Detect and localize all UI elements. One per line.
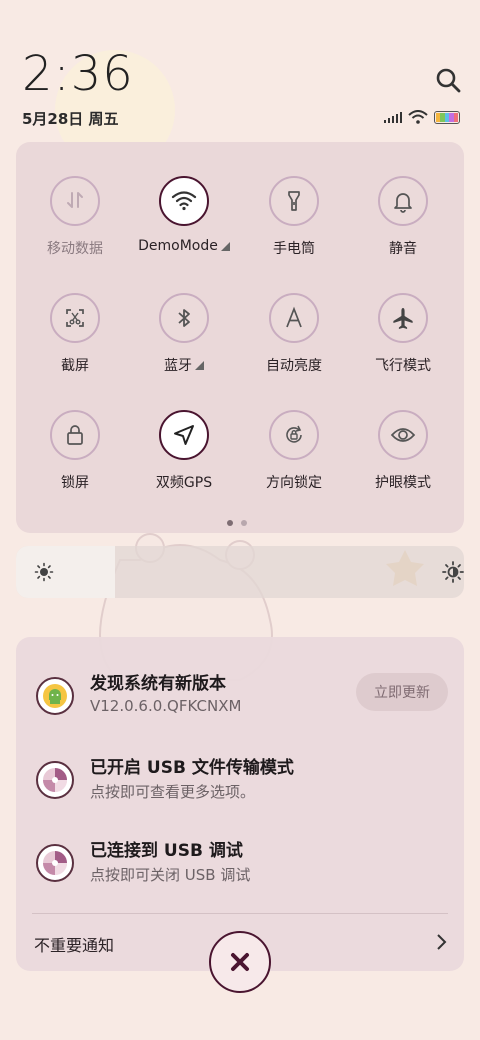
tile-label: 双频GPS <box>156 472 212 492</box>
tile-bell[interactable]: 静音 <box>348 176 458 276</box>
notification-subtitle: V12.0.6.0.QFKCNXM <box>90 697 242 715</box>
tile-auto-brightness[interactable]: 自动亮度 <box>239 293 349 393</box>
notification-title: 已连接到 USB 调试 <box>90 841 243 861</box>
battery-icon <box>434 110 460 124</box>
tile-gps-arrow[interactable]: 双频GPS <box>129 410 239 510</box>
update-now-button[interactable]: 立即更新 <box>356 673 448 711</box>
auto-brightness-icon <box>269 293 319 343</box>
flashlight-icon <box>269 176 319 226</box>
tile-eye[interactable]: 护眼模式 <box>348 410 458 510</box>
bluetooth-icon <box>159 293 209 343</box>
date[interactable]: 5月28日 周五 <box>22 108 119 129</box>
tile-screenshot[interactable]: 截屏 <box>20 293 130 393</box>
clock[interactable]: 2:36 <box>22 46 134 102</box>
notification-panel: 发现系统有新版本 V12.0.6.0.QFKCNXM 立即更新 已开启 USB … <box>16 637 464 971</box>
notification-title: 发现系统有新版本 <box>90 674 226 694</box>
tile-label: 移动数据 <box>47 238 103 258</box>
tile-mobile-data[interactable]: 移动数据 <box>20 176 130 276</box>
close-icon <box>231 953 249 971</box>
tile-label: 截屏 <box>61 355 89 375</box>
page-dot <box>241 520 247 526</box>
tile-label-text: 手电筒 <box>273 241 315 257</box>
tile-label: 护眼模式 <box>375 472 431 492</box>
android-update-icon <box>36 677 74 715</box>
tile-label: 手电筒 <box>273 238 315 258</box>
gps-arrow-icon <box>159 410 209 460</box>
tile-airplane[interactable]: 飞行模式 <box>348 293 458 393</box>
rotation-lock-icon <box>269 410 319 460</box>
brightness-fill <box>16 546 115 598</box>
tile-bluetooth[interactable]: 蓝牙 <box>129 293 239 393</box>
tile-label: 静音 <box>389 238 417 258</box>
wifi-icon <box>408 110 428 124</box>
notification-system-update[interactable]: 发现系统有新版本 V12.0.6.0.QFKCNXM 立即更新 <box>16 665 464 735</box>
clear-all-button[interactable] <box>209 931 271 993</box>
notification-usb-transfer[interactable]: 已开启 USB 文件传输模式 点按即可查看更多选项。 <box>16 749 464 819</box>
expand-arrow-icon <box>195 360 204 370</box>
eye-icon <box>378 410 428 460</box>
signal-icon <box>384 111 402 123</box>
tile-label-text: 方向锁定 <box>266 475 322 491</box>
tile-rotation-lock[interactable]: 方向锁定 <box>239 410 349 510</box>
tile-label-text: 蓝牙 <box>164 358 192 374</box>
tile-label-text: 自动亮度 <box>266 358 322 374</box>
tile-label-text: 移动数据 <box>47 241 103 257</box>
tile-label: 蓝牙 <box>164 355 204 375</box>
tile-label: 飞行模式 <box>375 355 431 375</box>
notification-subtitle: 点按即可关闭 USB 调试 <box>90 866 251 884</box>
bell-icon <box>378 176 428 226</box>
tile-label: 方向锁定 <box>266 472 322 492</box>
screenshot-icon <box>50 293 100 343</box>
brightness-slider[interactable] <box>16 546 464 598</box>
page-dot <box>227 520 233 526</box>
chevron-right-icon[interactable] <box>434 933 448 951</box>
search-icon[interactable] <box>434 66 462 94</box>
page-indicator <box>227 520 247 526</box>
notification-title: 已开启 USB 文件传输模式 <box>90 758 294 778</box>
tile-label-text: 飞行模式 <box>375 358 431 374</box>
lock-icon <box>50 410 100 460</box>
tile-label-text: 截屏 <box>61 358 89 374</box>
status-icons <box>384 109 460 125</box>
tile-label-text: 锁屏 <box>61 475 89 491</box>
tile-flashlight[interactable]: 手电筒 <box>239 176 349 276</box>
tile-wifi[interactable]: DemoMode <box>129 176 239 276</box>
unimportant-notifications-link[interactable]: 不重要通知 <box>34 932 114 956</box>
notification-subtitle: 点按即可查看更多选项。 <box>90 783 256 801</box>
tile-label: 锁屏 <box>61 472 89 492</box>
tile-label-text: 双频GPS <box>155 475 213 491</box>
expand-arrow-icon <box>220 241 230 251</box>
divider <box>32 913 448 914</box>
tile-lock[interactable]: 锁屏 <box>20 410 130 510</box>
quick-settings-panel: 移动数据 DemoMode 手电筒 静音截屏 蓝牙 自动亮度 飞行模式锁屏 双频GPS 方向锁定… <box>16 142 464 533</box>
tile-label: 自动亮度 <box>266 355 322 375</box>
tile-label-text: 静音 <box>389 241 417 257</box>
usb-icon <box>36 761 74 799</box>
mobile-data-icon <box>50 176 100 226</box>
tile-label: DemoMode <box>138 238 230 254</box>
brightness-low-icon <box>34 562 54 582</box>
airplane-icon <box>378 293 428 343</box>
brightness-high-icon <box>442 561 464 583</box>
notification-usb-debug[interactable]: 已连接到 USB 调试 点按即可关闭 USB 调试 <box>16 832 464 902</box>
tile-label-text: DemoMode <box>138 238 218 254</box>
wifi-icon <box>159 176 209 226</box>
tile-label-text: 护眼模式 <box>375 475 431 491</box>
usb-debug-icon <box>36 844 74 882</box>
